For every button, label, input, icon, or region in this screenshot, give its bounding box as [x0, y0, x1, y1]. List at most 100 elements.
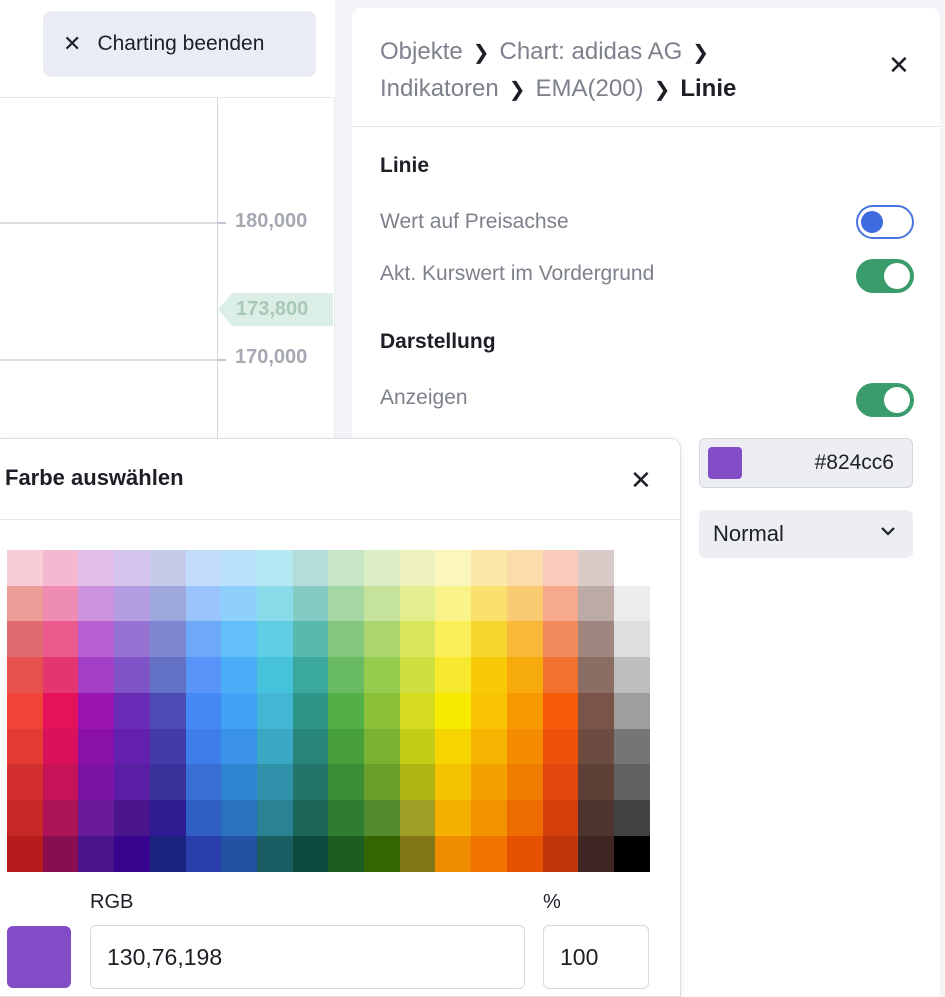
palette-swatch[interactable] — [42, 692, 79, 729]
palette-swatch[interactable] — [506, 585, 543, 622]
palette-swatch[interactable] — [7, 835, 43, 872]
palette-swatch[interactable] — [435, 550, 472, 586]
palette-swatch[interactable] — [399, 585, 436, 622]
palette-swatch[interactable] — [328, 692, 365, 729]
palette-swatch[interactable] — [542, 764, 579, 801]
palette-swatch[interactable] — [221, 657, 258, 694]
foreground-toggle[interactable] — [856, 259, 914, 293]
palette-swatch[interactable] — [578, 657, 615, 694]
panel-close-icon[interactable]: ✕ — [888, 52, 910, 78]
palette-swatch[interactable] — [364, 657, 400, 694]
opacity-input[interactable] — [543, 925, 649, 989]
palette-swatch[interactable] — [292, 585, 329, 622]
palette-swatch[interactable] — [78, 585, 115, 622]
palette-swatch[interactable] — [435, 657, 472, 694]
palette-swatch[interactable] — [149, 657, 186, 694]
palette-swatch[interactable] — [542, 799, 579, 836]
palette-swatch[interactable] — [364, 728, 400, 765]
palette-swatch[interactable] — [114, 764, 151, 801]
breadcrumb-item[interactable]: Objekte — [380, 38, 463, 65]
palette-swatch[interactable] — [613, 621, 650, 658]
palette-swatch[interactable] — [78, 835, 115, 872]
palette-swatch[interactable] — [221, 692, 258, 729]
palette-swatch[interactable] — [149, 621, 186, 658]
palette-swatch[interactable] — [185, 835, 222, 872]
palette-swatch[interactable] — [328, 657, 365, 694]
palette-swatch[interactable] — [613, 728, 650, 765]
palette-swatch[interactable] — [364, 764, 400, 801]
palette-swatch[interactable] — [399, 621, 436, 658]
palette-swatch[interactable] — [542, 835, 579, 872]
palette-swatch[interactable] — [613, 692, 650, 729]
palette-swatch[interactable] — [7, 621, 43, 658]
palette-swatch[interactable] — [471, 621, 508, 658]
palette-swatch[interactable] — [364, 550, 400, 586]
palette-swatch[interactable] — [42, 764, 79, 801]
palette-swatch[interactable] — [7, 764, 43, 801]
palette-swatch[interactable] — [292, 728, 329, 765]
palette-swatch[interactable] — [364, 621, 400, 658]
palette-swatch[interactable] — [328, 728, 365, 765]
palette-swatch[interactable] — [399, 835, 436, 872]
palette-swatch[interactable] — [78, 799, 115, 836]
palette-swatch[interactable] — [542, 728, 579, 765]
palette-swatch[interactable] — [292, 799, 329, 836]
palette-swatch[interactable] — [185, 550, 222, 586]
palette-swatch[interactable] — [364, 835, 400, 872]
palette-swatch[interactable] — [256, 764, 293, 801]
palette-swatch[interactable] — [471, 692, 508, 729]
palette-swatch[interactable] — [506, 621, 543, 658]
palette-swatch[interactable] — [613, 835, 650, 872]
palette-swatch[interactable] — [78, 728, 115, 765]
palette-swatch[interactable] — [221, 764, 258, 801]
rgb-input[interactable] — [90, 925, 525, 989]
palette-swatch[interactable] — [292, 692, 329, 729]
palette-swatch[interactable] — [328, 621, 365, 658]
palette-swatch[interactable] — [256, 585, 293, 622]
palette-swatch[interactable] — [471, 585, 508, 622]
palette-swatch[interactable] — [78, 621, 115, 658]
palette-swatch[interactable] — [399, 764, 436, 801]
palette-swatch[interactable] — [221, 835, 258, 872]
palette-swatch[interactable] — [149, 728, 186, 765]
palette-swatch[interactable] — [256, 692, 293, 729]
palette-swatch[interactable] — [114, 692, 151, 729]
palette-swatch[interactable] — [256, 657, 293, 694]
palette-swatch[interactable] — [7, 692, 43, 729]
palette-swatch[interactable] — [221, 550, 258, 586]
palette-swatch[interactable] — [149, 550, 186, 586]
exit-charting-button[interactable]: ✕ Charting beenden — [43, 11, 316, 77]
palette-swatch[interactable] — [78, 692, 115, 729]
palette-swatch[interactable] — [7, 657, 43, 694]
palette-swatch[interactable] — [78, 764, 115, 801]
palette-swatch[interactable] — [78, 657, 115, 694]
palette-swatch[interactable] — [471, 835, 508, 872]
palette-swatch[interactable] — [542, 657, 579, 694]
palette-swatch[interactable] — [221, 728, 258, 765]
palette-swatch[interactable] — [471, 799, 508, 836]
palette-swatch[interactable] — [114, 728, 151, 765]
palette-swatch[interactable] — [613, 764, 650, 801]
palette-swatch[interactable] — [42, 657, 79, 694]
palette-swatch[interactable] — [506, 799, 543, 836]
palette-swatch[interactable] — [292, 550, 329, 586]
palette-swatch[interactable] — [578, 550, 615, 586]
palette-swatch[interactable] — [578, 799, 615, 836]
palette-swatch[interactable] — [256, 728, 293, 765]
palette-swatch[interactable] — [185, 585, 222, 622]
palette-swatch[interactable] — [399, 550, 436, 586]
palette-swatch[interactable] — [328, 764, 365, 801]
palette-swatch[interactable] — [114, 585, 151, 622]
breadcrumb-item[interactable]: Chart: adidas AG — [499, 38, 682, 65]
palette-swatch[interactable] — [328, 550, 365, 586]
palette-swatch[interactable] — [256, 550, 293, 586]
palette-swatch[interactable] — [292, 835, 329, 872]
palette-swatch[interactable] — [114, 835, 151, 872]
palette-swatch[interactable] — [185, 692, 222, 729]
palette-swatch[interactable] — [506, 835, 543, 872]
palette-swatch[interactable] — [42, 728, 79, 765]
palette-swatch[interactable] — [471, 550, 508, 586]
palette-swatch[interactable] — [328, 835, 365, 872]
palette-swatch[interactable] — [221, 585, 258, 622]
palette-swatch[interactable] — [506, 764, 543, 801]
